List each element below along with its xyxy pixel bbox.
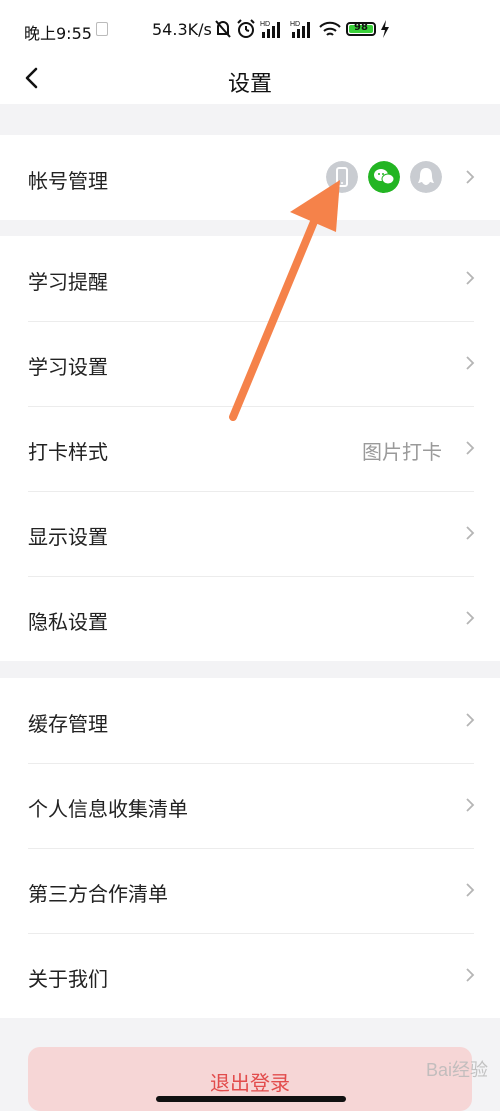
qq-icon bbox=[410, 161, 442, 193]
chevron-right-icon bbox=[466, 611, 475, 625]
about-us-label: 关于我们 bbox=[28, 967, 108, 991]
chevron-right-icon bbox=[466, 713, 475, 727]
privacy-settings-label: 隐私设置 bbox=[28, 610, 108, 634]
privacy-settings-row[interactable]: 隐私设置 bbox=[0, 576, 500, 661]
watermark: Bai经验 bbox=[425, 1060, 488, 1080]
notification-muted-icon bbox=[215, 20, 231, 38]
checkin-style-row[interactable]: 打卡样式 图片打卡 bbox=[0, 406, 500, 491]
cache-management-row[interactable]: 缓存管理 bbox=[0, 678, 500, 763]
svg-text:HD: HD bbox=[290, 21, 300, 28]
about-us-row[interactable]: 关于我们 bbox=[0, 933, 500, 1018]
chevron-right-icon bbox=[466, 356, 475, 370]
third-party-list-label: 第三方合作清单 bbox=[28, 882, 168, 906]
personal-info-list-label: 个人信息收集清单 bbox=[28, 797, 188, 821]
third-party-list-row[interactable]: 第三方合作清单 bbox=[0, 848, 500, 933]
chevron-right-icon bbox=[466, 170, 475, 184]
chevron-right-icon bbox=[466, 441, 475, 455]
study-reminder-row[interactable]: 学习提醒 bbox=[0, 236, 500, 321]
page-title: 设置 bbox=[227, 72, 272, 97]
checkin-style-value: 图片打卡 bbox=[362, 440, 442, 464]
logout-label: 退出登录 bbox=[210, 1071, 290, 1095]
charging-icon bbox=[381, 20, 389, 38]
nav-bar: 设置 bbox=[0, 60, 500, 104]
personal-info-list-row[interactable]: 个人信息收集清单 bbox=[0, 763, 500, 848]
display-settings-label: 显示设置 bbox=[28, 525, 108, 549]
account-management-row[interactable]: 帐号管理 bbox=[0, 135, 500, 220]
wifi-icon bbox=[319, 21, 341, 36]
study-settings-row[interactable]: 学习设置 bbox=[0, 321, 500, 406]
wechat-icon bbox=[368, 161, 400, 193]
cache-management-label: 缓存管理 bbox=[28, 712, 108, 736]
account-management-label: 帐号管理 bbox=[28, 169, 108, 193]
chevron-right-icon bbox=[466, 883, 475, 897]
account-group: 帐号管理 bbox=[0, 135, 500, 220]
battery-icon: 98 bbox=[346, 22, 376, 36]
status-time: 晚上9:55 bbox=[24, 24, 92, 43]
svg-text:HD: HD bbox=[260, 21, 270, 28]
chevron-right-icon bbox=[466, 271, 475, 285]
chevron-right-icon bbox=[466, 968, 475, 982]
status-bar: 晚上9:55 54.3K/s HD HD 98 bbox=[0, 0, 500, 60]
linked-accounts bbox=[326, 161, 442, 193]
home-indicator bbox=[156, 1096, 346, 1102]
signal-hd-icon-2: HD bbox=[290, 21, 310, 38]
alarm-icon bbox=[237, 19, 255, 38]
learning-settings-group: 学习提醒 学习设置 打卡样式 图片打卡 显示设置 隐私设置 bbox=[0, 236, 500, 661]
display-settings-row[interactable]: 显示设置 bbox=[0, 491, 500, 576]
phone-icon bbox=[326, 161, 358, 193]
network-speed: 54.3K/s bbox=[152, 20, 212, 39]
checkin-style-label: 打卡样式 bbox=[28, 440, 108, 464]
info-group: 缓存管理 个人信息收集清单 第三方合作清单 关于我们 bbox=[0, 678, 500, 1018]
chevron-right-icon bbox=[466, 526, 475, 540]
battery-level: 98 bbox=[354, 22, 368, 33]
study-settings-label: 学习设置 bbox=[28, 355, 108, 379]
study-reminder-label: 学习提醒 bbox=[28, 270, 108, 294]
signal-hd-icon: HD bbox=[260, 21, 280, 38]
sim-card-icon bbox=[96, 22, 108, 36]
chevron-right-icon bbox=[466, 798, 475, 812]
